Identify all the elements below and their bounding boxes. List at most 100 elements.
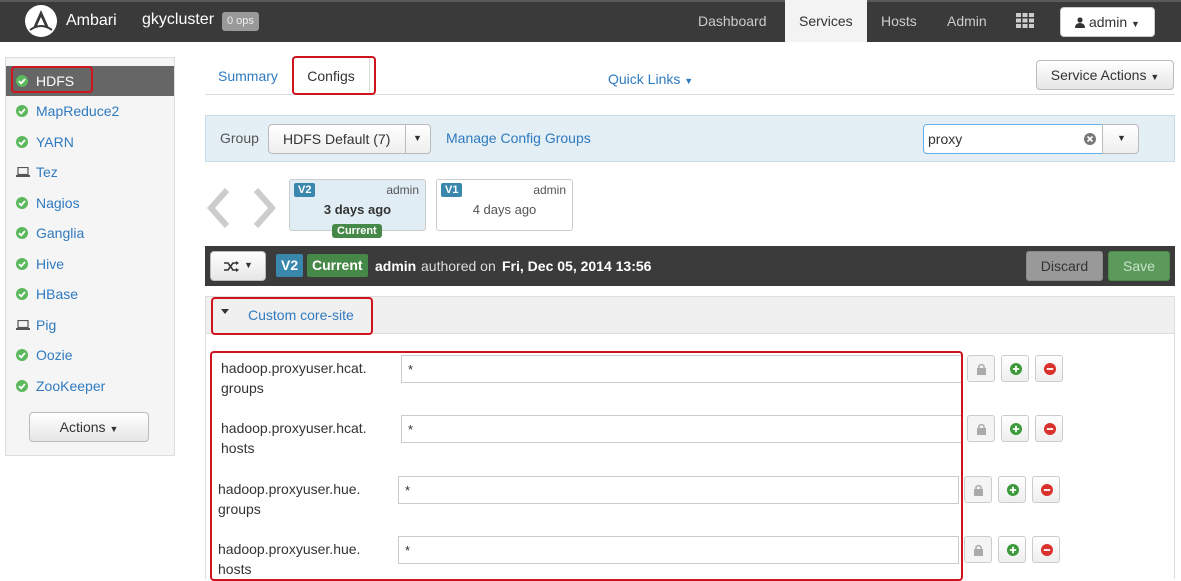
user-label: admin (1088, 14, 1128, 30)
ambari-logo-icon[interactable] (24, 4, 58, 38)
check-circle-icon (16, 197, 28, 209)
sidebar-item-hive[interactable]: Hive (6, 249, 174, 279)
version-badge: V1 (441, 183, 463, 197)
sidebar-item-mapreduce2[interactable]: MapReduce2 (6, 96, 174, 126)
check-circle-icon (16, 258, 28, 270)
version-date: 3 days ago (323, 202, 392, 217)
ops-badge[interactable]: 0 ops (222, 12, 259, 31)
current-version-badge: Current (332, 224, 382, 238)
remove-property-button[interactable] (1032, 476, 1060, 503)
chevron-left-icon[interactable] (205, 188, 233, 228)
version-author: admin (375, 258, 417, 274)
version-author: admin (533, 183, 566, 197)
cluster-name: gkycluster (142, 11, 215, 28)
caret-down-icon: ▼ (1150, 72, 1160, 82)
config-filter-input[interactable] (923, 124, 1103, 154)
lock-icon (977, 363, 986, 375)
group-label: Group (220, 130, 259, 146)
annotation-box (211, 297, 373, 335)
filter-options-button[interactable]: ▼ (1102, 124, 1139, 154)
current-badge: Current (307, 254, 368, 277)
plus-circle-icon (1010, 363, 1022, 375)
sidebar-item-label: YARN (36, 134, 74, 150)
lock-icon (974, 484, 983, 496)
check-circle-icon (16, 136, 28, 148)
sidebar-item-ganglia[interactable]: Ganglia (6, 218, 174, 248)
plus-circle-icon (1007, 544, 1019, 556)
version-author: admin (386, 183, 419, 197)
service-actions-label: Service Actions (1050, 67, 1147, 83)
sidebar-item-zookeeper[interactable]: ZooKeeper (6, 371, 174, 401)
views-grid-icon[interactable] (1016, 13, 1034, 28)
caret-down-icon[interactable]: ▼ (413, 133, 422, 143)
chevron-right-icon[interactable] (250, 188, 278, 228)
remove-property-button[interactable] (1032, 536, 1060, 563)
clear-filter-icon[interactable] (1084, 133, 1096, 145)
group-select-divider (405, 125, 406, 153)
lock-icon (977, 423, 986, 435)
sidebar-item-label: HBase (36, 286, 79, 302)
check-circle-icon (16, 227, 28, 239)
actions-label: Actions (59, 419, 106, 435)
nav-services[interactable]: Services (785, 0, 867, 42)
save-button[interactable]: Save (1108, 251, 1170, 281)
minus-circle-icon (1041, 544, 1053, 556)
service-actions-menu-button[interactable]: Actions ▼ (29, 412, 149, 442)
brand-name[interactable]: Ambari (66, 12, 117, 30)
lock-icon (974, 544, 983, 556)
version-badge: V2 (294, 183, 316, 197)
override-button[interactable] (964, 536, 992, 563)
caret-down-icon: ▼ (1131, 19, 1140, 29)
sidebar-item-pig[interactable]: Pig (6, 310, 174, 340)
quick-links-label: Quick Links (608, 71, 681, 87)
override-button[interactable] (964, 476, 992, 503)
caret-down-icon: ▼ (684, 76, 694, 86)
laptop-icon (16, 320, 30, 330)
user-icon (1075, 17, 1086, 28)
sidebar-item-label: Tez (36, 164, 58, 180)
nav-admin[interactable]: Admin (933, 0, 1001, 42)
add-property-button[interactable] (998, 536, 1026, 563)
add-property-button[interactable] (1001, 355, 1029, 382)
sidebar-item-label: Nagios (36, 195, 80, 211)
minus-circle-icon (1041, 484, 1053, 496)
compare-versions-button[interactable]: ▼ (210, 251, 266, 281)
annotation-box (210, 351, 963, 581)
remove-property-button[interactable] (1035, 355, 1063, 382)
sidebar-item-hbase[interactable]: HBase (6, 279, 174, 309)
user-menu-button[interactable]: admin ▼ (1060, 7, 1155, 37)
caret-down-icon: ▼ (1117, 133, 1126, 143)
shuffle-icon (224, 261, 239, 272)
minus-circle-icon (1044, 423, 1056, 435)
sidebar-item-label: MapReduce2 (36, 103, 120, 119)
annotation-box (11, 66, 93, 93)
plus-circle-icon (1007, 484, 1019, 496)
sidebar-item-yarn[interactable]: YARN (6, 127, 174, 157)
service-actions-button[interactable]: Service Actions ▼ (1036, 60, 1174, 90)
nav-hosts[interactable]: Hosts (867, 0, 931, 42)
sidebar-item-label: Pig (36, 317, 57, 333)
manage-config-groups-link[interactable]: Manage Config Groups (446, 130, 591, 146)
remove-property-button[interactable] (1035, 415, 1063, 442)
override-button[interactable] (967, 415, 995, 442)
check-circle-icon (16, 288, 28, 300)
quick-links-menu[interactable]: Quick Links ▼ (608, 71, 693, 87)
caret-down-icon: ▼ (109, 424, 119, 434)
tab-summary[interactable]: Summary (218, 68, 278, 84)
override-button[interactable] (967, 355, 995, 382)
discard-button[interactable]: Discard (1026, 251, 1103, 281)
add-property-button[interactable] (1001, 415, 1029, 442)
sidebar-item-label: Hive (36, 256, 65, 272)
sidebar-item-oozie[interactable]: Oozie (6, 340, 174, 370)
version-card-v1[interactable]: V1 admin 4 days ago (436, 179, 573, 231)
sidebar-item-tez[interactable]: Tez (6, 157, 174, 187)
version-timestamp: Fri, Dec 05, 2014 13:56 (502, 258, 652, 274)
add-property-button[interactable] (998, 476, 1026, 503)
sidebar-item-label: Oozie (36, 347, 73, 363)
annotation-box (292, 56, 376, 95)
nav-dashboard[interactable]: Dashboard (684, 0, 781, 42)
laptop-icon (16, 167, 30, 177)
plus-circle-icon (1010, 423, 1022, 435)
minus-circle-icon (1044, 363, 1056, 375)
sidebar-item-nagios[interactable]: Nagios (6, 188, 174, 218)
